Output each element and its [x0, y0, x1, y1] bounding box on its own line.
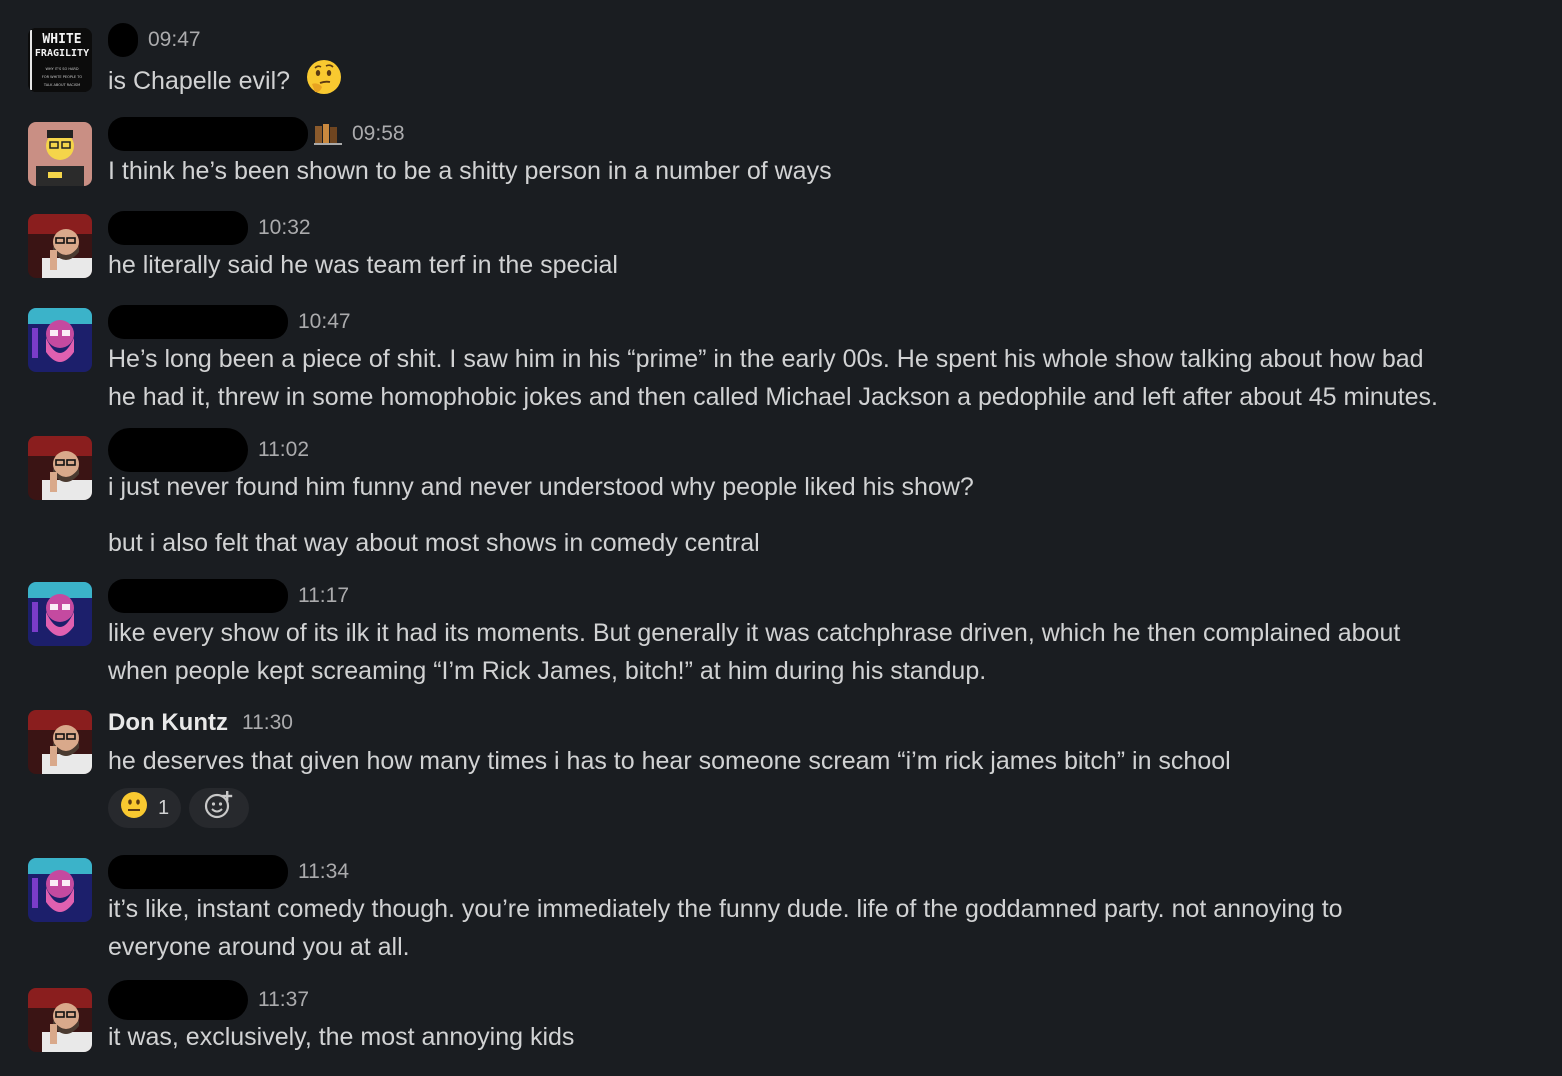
timestamp[interactable]: 09:47: [148, 28, 201, 52]
timestamp[interactable]: 11:02: [258, 438, 309, 462]
redacted-username[interactable]: [108, 23, 138, 57]
message-text: is Chapelle evil?: [108, 67, 291, 96]
thinking-face-emoji: [305, 58, 343, 107]
redacted-username[interactable]: [108, 305, 288, 339]
redacted-username[interactable]: [108, 855, 288, 889]
message-text: but i also felt that way about most show…: [108, 529, 760, 557]
timestamp[interactable]: 09:58: [352, 122, 405, 146]
timestamp[interactable]: 11:34: [298, 860, 349, 884]
neon-bearded-man-avatar[interactable]: [28, 858, 92, 922]
message-text-line: He’s long been a piece of shit. I saw hi…: [108, 345, 1424, 373]
bearded-man-red-avatar[interactable]: [28, 214, 92, 278]
reaction-pill[interactable]: 1: [108, 788, 182, 828]
redacted-username[interactable]: [108, 211, 248, 245]
white-fragility-book-avatar[interactable]: WHITE FRAGILITY WHY IT'S SO HARD FOR WHI…: [28, 28, 92, 92]
message-text: he literally said he was team terf in th…: [108, 251, 618, 279]
redacted-username[interactable]: [108, 980, 248, 1020]
timestamp[interactable]: 11:17: [298, 584, 349, 608]
bearded-man-red-avatar[interactable]: [28, 710, 92, 774]
neon-bearded-man-avatar[interactable]: [28, 308, 92, 372]
neutral-face-emoji: [120, 791, 148, 825]
message-text-line: when people kept screaming “I’m Rick Jam…: [108, 657, 987, 685]
bearded-man-red-avatar[interactable]: [28, 436, 92, 500]
book-subtitle-line2: FOR WHITE PEOPLE TO: [42, 75, 82, 79]
message-text-line: everyone around you at all.: [108, 933, 410, 961]
bearded-man-red-avatar[interactable]: [28, 988, 92, 1052]
message-text-line: it’s like, instant comedy though. you’re…: [108, 895, 1343, 923]
reactions-bar: 1: [108, 788, 250, 828]
neon-bearded-man-avatar[interactable]: [28, 582, 92, 646]
message-text: he deserves that given how many times i …: [108, 747, 1231, 775]
timestamp[interactable]: 11:37: [258, 988, 309, 1012]
cartoon-man-avatar[interactable]: [28, 122, 92, 186]
book-subtitle-line1: WHY IT'S SO HARD: [45, 67, 78, 71]
message-text-line: like every show of its ilk it had its mo…: [108, 619, 1401, 647]
message-text: i just never found him funny and never u…: [108, 473, 974, 501]
add-reaction-button[interactable]: [189, 788, 250, 828]
add-reaction-icon: [203, 789, 235, 827]
author-name[interactable]: Don Kuntz: [108, 709, 228, 737]
book-title-line2: FRAGILITY: [35, 48, 89, 59]
reaction-count: 1: [158, 796, 170, 819]
redacted-username[interactable]: [108, 428, 248, 472]
message-text: it was, exclusively, the most annoying k…: [108, 1023, 575, 1051]
message-text: I think he’s been shown to be a shitty p…: [108, 157, 832, 185]
book-subtitle-line3: TALK ABOUT RACISM: [43, 83, 80, 87]
books-icon: [314, 123, 342, 145]
redacted-username[interactable]: [108, 579, 288, 613]
timestamp[interactable]: 11:30: [242, 711, 293, 735]
book-title-line1: WHITE: [42, 32, 81, 47]
redacted-username[interactable]: [108, 117, 308, 151]
timestamp[interactable]: 10:47: [298, 310, 351, 334]
message-text-line: he had it, threw in some homophobic joke…: [108, 383, 1438, 411]
timestamp[interactable]: 10:32: [258, 216, 311, 240]
